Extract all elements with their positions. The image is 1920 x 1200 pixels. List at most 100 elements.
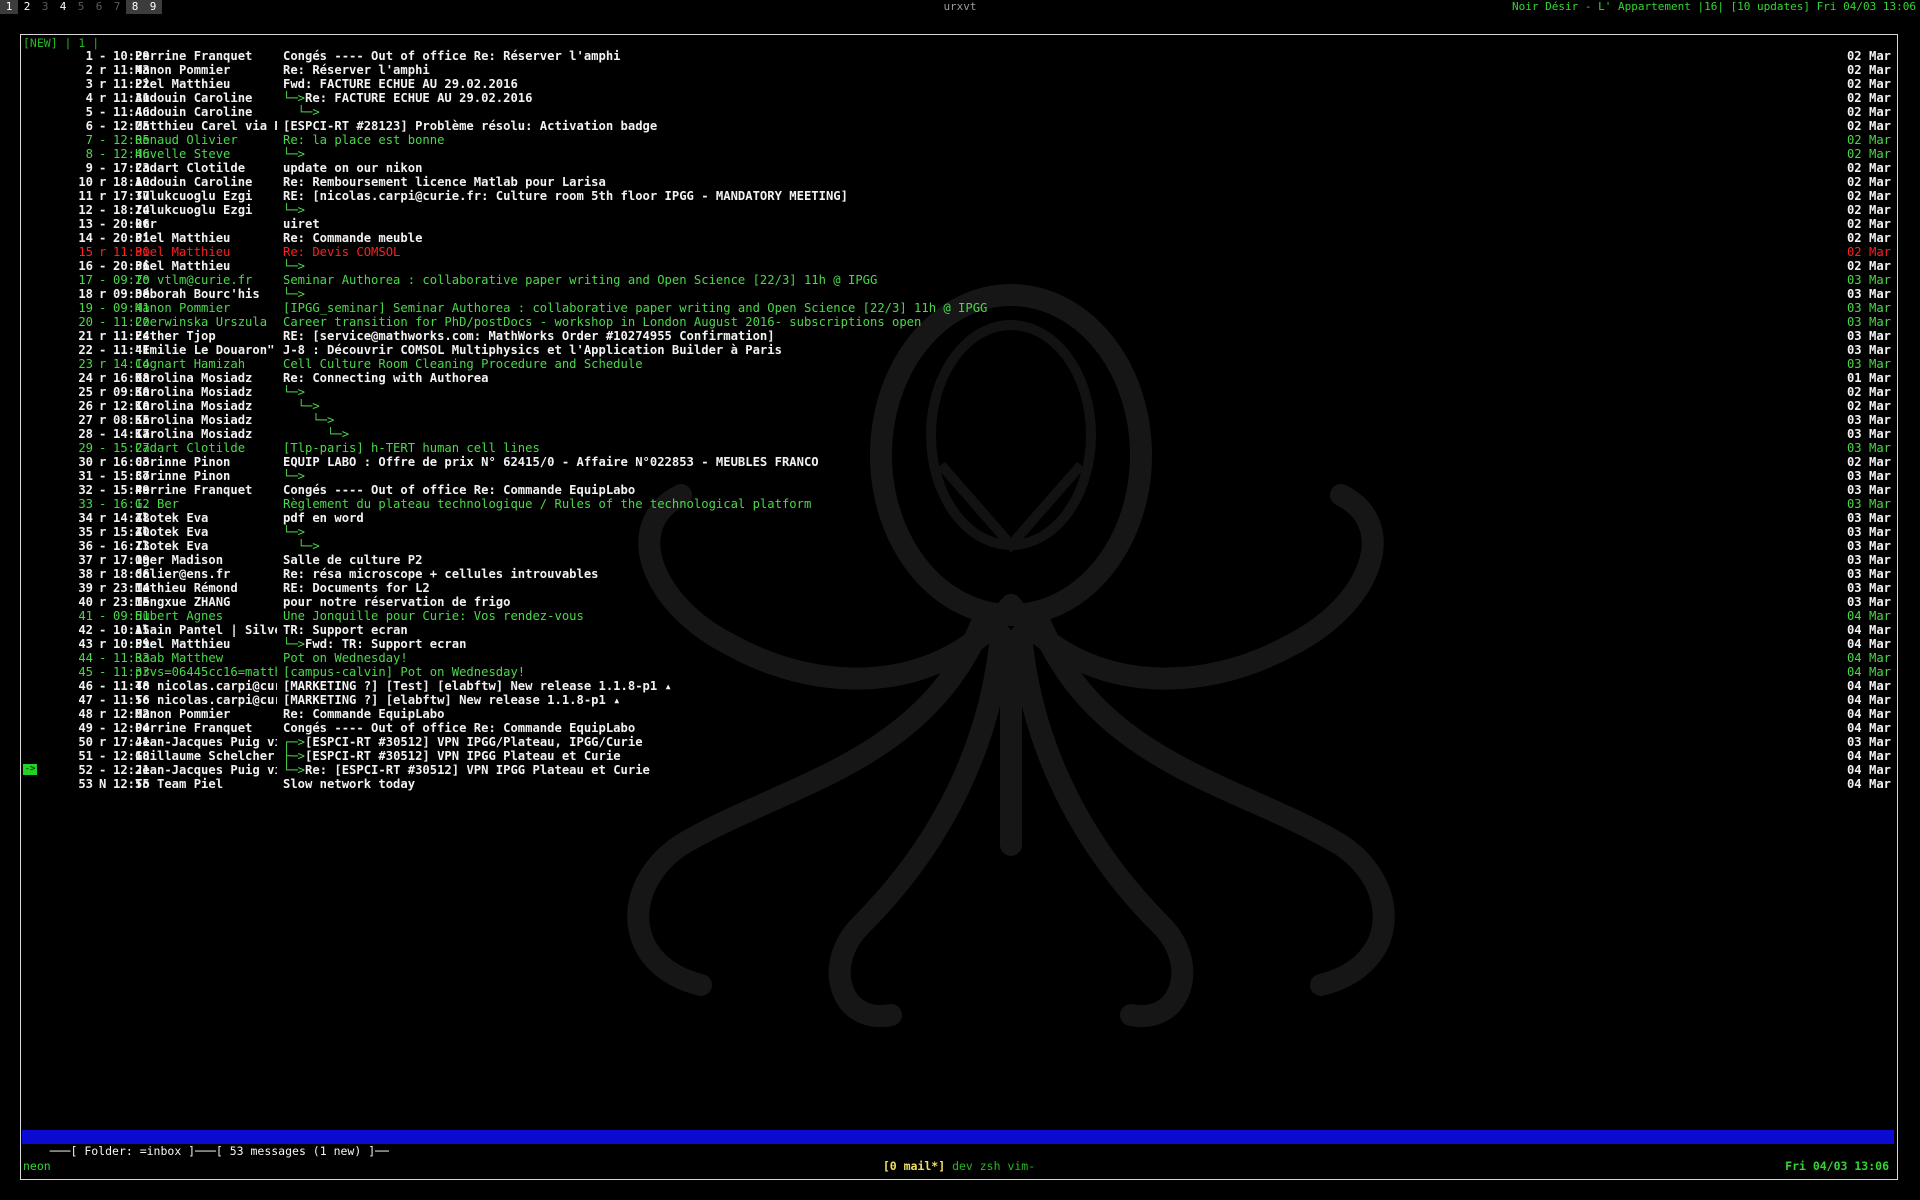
message-row[interactable]: 10 r 18:10 Audouin Caroline Re: Remboursemen… <box>21 175 1897 189</box>
message-row[interactable]: 53 N 12:55 To Team Piel Slow network today 04… <box>21 777 1897 791</box>
message-row[interactable]: 41-09:51 Hubert Agnes Une Jonquille pour C… <box>21 609 1897 623</box>
message-flag: r <box>99 91 107 105</box>
message-subject-cell: J-8 : Découvrir COMSOL Multiphysics et l… <box>283 343 1783 357</box>
message-row[interactable]: 36-16:13 Zlotek Eva └─> 03 Mar <box>21 539 1897 553</box>
message-flag: r <box>99 413 107 427</box>
message-row[interactable]: 52-12:21 Jean-Jacques Puig vi └─>Re: [ESPC… <box>21 763 1897 777</box>
message-row[interactable]: 42-10:15 Alain Pantel | Silve TR: Support … <box>21 623 1897 637</box>
message-row[interactable]: 34 r 14:48 Zlotek Eva pdf en word 03 Mar <box>21 511 1897 525</box>
message-row[interactable]: 28-14:17 Karolina Mosiadz └─> 03 Mar <box>21 427 1897 441</box>
message-row[interactable]: 3 r 11:22 Piel Matthieu Fwd: FACTURE ECHUE A… <box>21 77 1897 91</box>
message-sender: Manon Pommier <box>135 63 231 77</box>
terminal-window[interactable]: [NEW] | 1 | 1-10:29 Perrine Franquet Congé… <box>20 34 1898 1180</box>
message-row[interactable]: 23 r 14:14 Cognart Hamizah Cell Culture Room… <box>21 357 1897 371</box>
message-sender: Czerwinska Urszula <box>135 315 268 329</box>
message-date: 02 Mar <box>1846 91 1891 105</box>
message-number: 42 <box>78 623 93 637</box>
message-row[interactable]: 51-12:18 Guillaume Schelcher ├─>[ESPCI-RT … <box>21 749 1897 763</box>
message-row[interactable]: 50 r 17:41 Jean-Jacques Puig vi ┌─>[ESPCI-RT… <box>21 735 1897 749</box>
message-row[interactable]: 31-15:37 Corinne Pinon └─> 03 Mar <box>21 469 1897 483</box>
message-subject-cell: └─> <box>283 539 1783 553</box>
message-row[interactable]: 29-15:27 Cadart Clotilde [Tlp-paris] h-TER… <box>21 441 1897 455</box>
message-row[interactable]: 49-12:04 Perrine Franquet Congés ---- Out … <box>21 721 1897 735</box>
message-row[interactable]: 24 r 16:08 Karolina Mosiadz Re: Connecting w… <box>21 371 1897 385</box>
message-row[interactable]: 16-20:36 Piel Matthieu └─> 02 Mar <box>21 259 1897 273</box>
message-number: 12 <box>78 203 93 217</box>
message-row[interactable]: 25 r 09:30 Karolina Mosiadz └─> 02 Mar <box>21 385 1897 399</box>
message-subject-cell: Re: Remboursement licence Matlab pour La… <box>283 175 1783 189</box>
message-row[interactable]: 5-11:46 Audouin Caroline └─> 02 Mar <box>21 105 1897 119</box>
message-row[interactable]: 43 r 10:59 Piel Matthieu └─>Fwd: TR: Support… <box>21 637 1897 651</box>
message-row[interactable]: 35 r 15:40 Zlotek Eva └─> 03 Mar <box>21 525 1897 539</box>
message-row[interactable]: 37 r 17:19 Oger Madison Salle de culture P2 0… <box>21 553 1897 567</box>
message-sender: To nicolas.carpi@cur <box>135 679 277 693</box>
message-date: 02 Mar <box>1846 49 1891 63</box>
message-index[interactable]: 1-10:29 Perrine Franquet Congés ---- Out o… <box>21 49 1897 791</box>
message-row[interactable]: 26 r 12:10 Karolina Mosiadz └─> 02 Mar <box>21 399 1897 413</box>
message-number: 30 <box>78 455 93 469</box>
message-row[interactable]: 46-11:48 To nicolas.carpi@cur [MARKETING ?… <box>21 679 1897 693</box>
message-date: 02 Mar <box>1846 385 1891 399</box>
message-subject: RE: Documents for L2 <box>283 581 430 595</box>
message-row[interactable]: 48 r 12:02 Manon Pommier Re: Commande EquipL… <box>21 707 1897 721</box>
message-row[interactable]: 4 r 11:31 Audouin Caroline └─>Re: FACTURE EC… <box>21 91 1897 105</box>
message-row[interactable]: 17-09:20 To vtlm@curie.fr Seminar Authorea… <box>21 273 1897 287</box>
message-row[interactable]: 47-11:56 To nicolas.carpi@cur [MARKETING ?… <box>21 693 1897 707</box>
message-date: 03 Mar <box>1846 553 1891 567</box>
message-row[interactable]: 38 r 18:06 dalier@ens.fr Re: résa microscope… <box>21 567 1897 581</box>
message-row[interactable]: 8-12:46 Huvelle Steve └─> 02 Mar <box>21 147 1897 161</box>
message-flag: r <box>99 175 107 189</box>
message-row[interactable]: 2 r 11:43 Manon Pommier Re: Réserver l'amphi… <box>21 63 1897 77</box>
message-row[interactable]: 12-18:24 Tulukcuoglu Ezgi └─> 02 Mar <box>21 203 1897 217</box>
message-row[interactable]: 45-11:33 prvs=06445cc16=matth [campus-calv… <box>21 665 1897 679</box>
message-row[interactable]: 18 r 09:38 Déborah Bourc'his └─> 03 Mar <box>21 287 1897 301</box>
message-row[interactable]: 33-16:12 G. Ber Règlement du plateau techn… <box>21 497 1897 511</box>
message-row[interactable]: 27 r 08:55 Karolina Mosiadz └─> 03 Mar <box>21 413 1897 427</box>
mail-indicator[interactable]: [0 mail*] <box>883 1159 945 1173</box>
message-row[interactable]: 20-11:20 Czerwinska Urszula Career transit… <box>21 315 1897 329</box>
message-date: 04 Mar <box>1846 693 1891 707</box>
message-sender: Oger Madison <box>135 553 224 567</box>
message-row[interactable]: 30 r 16:03 Corinne Pinon EQUIP LABO : Offre … <box>21 455 1897 469</box>
message-row[interactable]: 15 r 11:30 Piel Matthieu Re: Devis COMSOL 02 … <box>21 245 1897 259</box>
message-number: 35 <box>78 525 93 539</box>
message-number: 10 <box>78 175 93 189</box>
thread-tree-arrow: └─> <box>283 147 306 161</box>
message-number: 50 <box>78 735 93 749</box>
message-sender: Matthieu Carel via R <box>135 119 277 133</box>
message-row[interactable]: 40 r 23:15 Mengxue ZHANG pour notre réservat… <box>21 595 1897 609</box>
message-row[interactable]: 11 r 17:37 Tulukcuoglu Ezgi RE: [nicolas.car… <box>21 189 1897 203</box>
message-subject-cell: Cell Culture Room Cleaning Procedure and… <box>283 357 1783 371</box>
message-date: 04 Mar <box>1846 777 1891 791</box>
tmux-windows[interactable]: dev zsh vim- <box>945 1159 1035 1173</box>
message-subject: Seminar Authorea : collaborative paper w… <box>283 273 878 287</box>
message-row[interactable]: 22-11:41 "Emilie Le Douaron" J-8 : Découvr… <box>21 343 1897 357</box>
message-row[interactable]: 44-11:33 Raab Matthew Pot on Wednesday! 04 … <box>21 651 1897 665</box>
thread-tree-arrow: └─> <box>283 287 306 301</box>
message-flag: - <box>99 49 107 63</box>
message-flag: - <box>99 693 107 707</box>
message-flag: - <box>99 133 107 147</box>
message-row[interactable]: 9-17:23 Cadart Clotilde update on our niko… <box>21 161 1897 175</box>
message-row[interactable]: 21 r 11:24 Esther Tjop RE: [service@mathwork… <box>21 329 1897 343</box>
message-number: 52 <box>78 763 93 777</box>
message-row[interactable]: 32-15:49 Perrine Franquet Congés ---- Out … <box>21 483 1897 497</box>
message-row[interactable]: 39 r 23:14 Mathieu Rémond RE: Documents for … <box>21 581 1897 595</box>
message-row[interactable]: 14-20:31 Piel Matthieu Re: Commande meuble… <box>21 231 1897 245</box>
message-sender: "Emilie Le Douaron" <box>135 343 275 357</box>
message-sender: prvs=06445cc16=matth <box>135 665 277 679</box>
message-row[interactable]: 6-12:25 Matthieu Carel via R [ESPCI-RT #28… <box>21 119 1897 133</box>
message-subject: pour notre réservation de frigo <box>283 595 511 609</box>
message-row[interactable]: 19-09:41 Manon Pommier [IPGG_seminar] Semi… <box>21 301 1897 315</box>
thread-tree-arrow: └─> <box>283 539 320 553</box>
message-row[interactable]: 7-12:05 Renaud Olivier Re: la place est bo… <box>21 133 1897 147</box>
message-flag: - <box>99 441 107 455</box>
message-date: 02 Mar <box>1846 175 1891 189</box>
message-date: 04 Mar <box>1846 623 1891 637</box>
message-date: 03 Mar <box>1846 315 1891 329</box>
message-date: 04 Mar <box>1846 749 1891 763</box>
message-row[interactable]: 1-10:29 Perrine Franquet Congés ---- Out o… <box>21 49 1897 63</box>
message-row[interactable]: 13-20:06 ktr uiret 02 Mar <box>21 217 1897 231</box>
thread-tree-arrow: └─> <box>283 203 306 217</box>
message-subject: Re: Commande EquipLabo <box>283 707 445 721</box>
